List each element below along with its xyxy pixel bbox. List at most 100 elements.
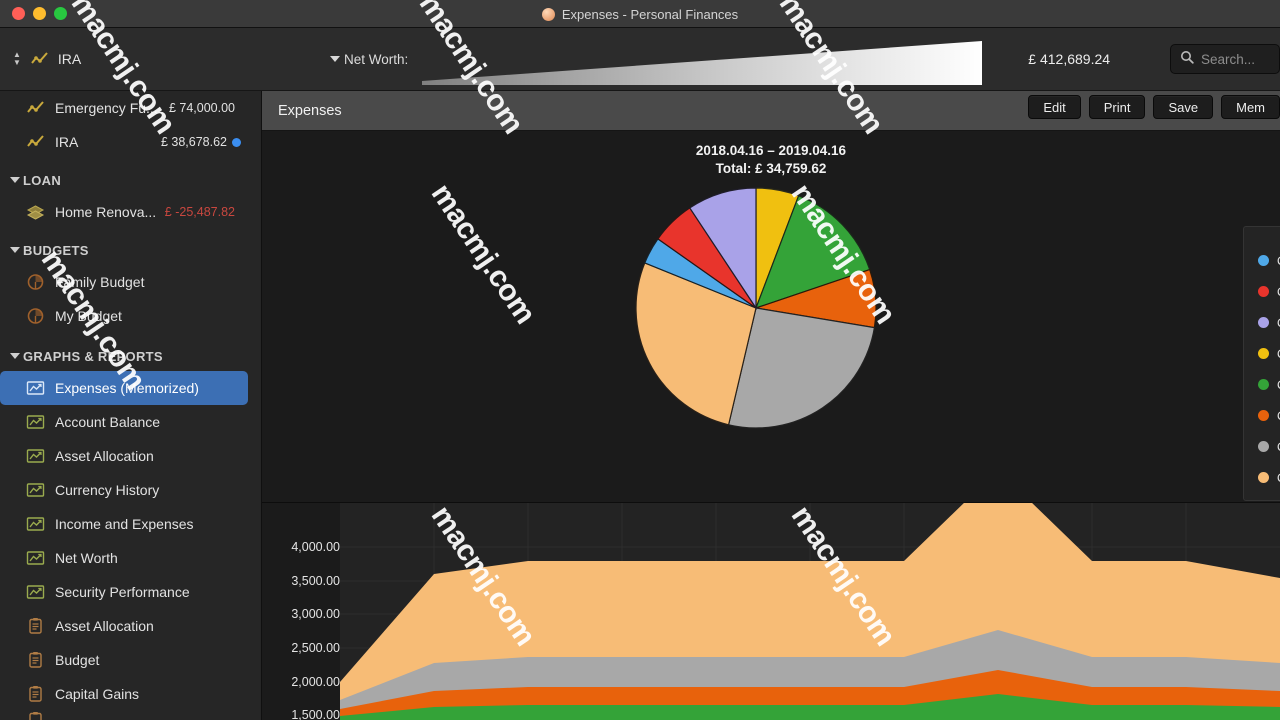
networth-widget[interactable]: Net Worth: £ 412,689.24 — [330, 33, 1110, 85]
y-tick-label: 4,000.00 — [291, 540, 340, 554]
sidebar-section-loan[interactable]: LOAN — [0, 165, 261, 195]
graph-report-icon — [26, 549, 45, 567]
sidebar-item-report-capital-gains[interactable]: Capital Gains — [0, 677, 261, 711]
content-action-buttons: Edit Print Save Mem — [1028, 95, 1280, 119]
window-title: Expenses - Personal Finances — [561, 6, 739, 22]
legend-item[interactable]: Category 5 — [1258, 369, 1280, 400]
search-field[interactable]: Search... — [1170, 44, 1280, 74]
sidebar-status-dot — [232, 137, 241, 147]
sidebar-item-label: Income and Expenses — [55, 516, 194, 532]
close-button[interactable] — [12, 7, 25, 20]
legend-item[interactable]: Category 3 — [1258, 307, 1280, 338]
content-pane: Expenses Edit Print Save Mem 2018.04.16 … — [262, 91, 1280, 720]
line-chart-icon — [26, 99, 45, 117]
save-button[interactable]: Save — [1153, 95, 1214, 119]
sidebar-section-graphs-reports[interactable]: GRAPHS & REPORTS — [0, 341, 261, 371]
legend-item[interactable]: Category 7 — [1258, 431, 1280, 462]
chevron-down-icon[interactable] — [330, 56, 340, 62]
sidebar-item-home-renovation[interactable]: Home Renova... £ -25,487.82 — [0, 195, 261, 229]
sidebar-section-label: LOAN — [23, 172, 62, 188]
disclosure-triangle-icon[interactable] — [10, 247, 20, 253]
document-circle-icon — [541, 7, 555, 21]
sidebar-item-amount: £ -25,487.82 — [164, 205, 235, 219]
legend-item[interactable]: Category 4 — [1258, 338, 1280, 369]
report-date-range: 2018.04.16 – 2019.04.16 — [695, 143, 847, 158]
sidebar-item-label: Expenses (Memorized) — [55, 380, 199, 396]
sidebar-item-asset-allocation-graph[interactable]: Asset Allocation — [0, 439, 261, 473]
sidebar-item-family-budget[interactable]: Family Budget — [0, 265, 261, 299]
graph-report-icon — [26, 413, 45, 431]
zoom-button[interactable] — [54, 7, 67, 20]
report-area: 2018.04.16 – 2019.04.16 Total: £ 34,759.… — [262, 131, 1280, 720]
graph-report-icon — [26, 583, 45, 601]
graph-report-icon — [26, 379, 45, 397]
sidebar-item-amount: £ 38,678.62 — [160, 135, 227, 149]
area-chart-plot — [340, 470, 1280, 720]
expenses-area-chart: 4,000.00 3,500.00 3,000.00 2,500.00 2,00… — [262, 470, 1280, 720]
sidebar-item-account-balance[interactable]: Account Balance — [0, 405, 261, 439]
sidebar-item-label: Family Budget — [55, 274, 145, 290]
sidebar-item-label: IRA — [55, 134, 79, 150]
graph-report-icon — [26, 515, 45, 533]
sidebar-item-emergency-fund[interactable]: Emergency Fu... £ 74,000.00 — [0, 91, 261, 125]
expenses-pie-chart — [262, 167, 1280, 502]
print-button[interactable]: Print — [1088, 95, 1146, 119]
clipboard-icon — [26, 685, 45, 703]
sidebar-item-partial[interactable] — [0, 711, 261, 720]
sidebar-item-label: My Budget — [55, 308, 122, 324]
line-chart-icon — [30, 50, 49, 68]
clipboard-icon — [26, 651, 45, 669]
sidebar-section-budgets[interactable]: BUDGETS — [0, 235, 261, 265]
up-down-stepper-icon[interactable]: ▲ ▼ — [13, 51, 21, 67]
area-chart-y-axis: 4,000.00 3,500.00 3,000.00 2,500.00 2,00… — [262, 503, 340, 720]
sidebar-item-label: Currency History — [55, 482, 160, 498]
edit-button[interactable]: Edit — [1028, 95, 1081, 119]
line-chart-icon — [26, 133, 45, 151]
sidebar-item-income-and-expenses[interactable]: Income and Expenses — [0, 507, 261, 541]
window-title-bar: Expenses - Personal Finances — [0, 0, 1280, 28]
disclosure-triangle-icon[interactable] — [10, 177, 20, 183]
legend-color-swatch — [1258, 348, 1269, 359]
sidebar-item-net-worth[interactable]: Net Worth — [0, 541, 261, 575]
sidebar-item-security-performance[interactable]: Security Performance — [0, 575, 261, 609]
sidebar-item-report-budget[interactable]: Budget — [0, 643, 261, 677]
sidebar-item-label: Capital Gains — [55, 686, 140, 702]
minimize-button[interactable] — [33, 7, 46, 20]
sidebar-item-my-budget[interactable]: My Budget — [0, 299, 261, 333]
legend-item[interactable]: Category 8 — [1258, 462, 1280, 493]
budget-pie-icon — [26, 307, 45, 325]
sidebar-item-amount: £ 74,000.00 — [168, 101, 235, 115]
sidebar-item-currency-history[interactable]: Currency History — [0, 473, 261, 507]
sidebar-item-label: Asset Allocation — [55, 618, 154, 634]
memorize-button[interactable]: Mem — [1221, 95, 1280, 119]
legend-item[interactable]: Category 1 — [1258, 245, 1280, 276]
graph-report-icon — [26, 447, 45, 465]
sidebar-item-report-asset-allocation[interactable]: Asset Allocation — [0, 609, 261, 643]
legend-item[interactable]: Category 6 — [1258, 400, 1280, 431]
networth-sparkline — [422, 33, 983, 85]
content-header: Expenses Edit Print Save Mem — [262, 91, 1280, 131]
sidebar-item-label: Asset Allocation — [55, 448, 154, 464]
networth-label: Net Worth: — [344, 51, 409, 67]
sidebar-section-label: GRAPHS & REPORTS — [23, 348, 163, 364]
sidebar-item-label: Net Worth — [55, 550, 118, 566]
clipboard-icon — [26, 711, 45, 720]
sidebar-item-expenses-memorized[interactable]: Expenses (Memorized) — [0, 371, 248, 405]
traffic-light-group — [0, 7, 67, 20]
sidebar-item-label: Emergency Fu... — [55, 100, 158, 116]
sidebar-item-label: Security Performance — [55, 584, 190, 600]
toolbar-account-selector[interactable]: ▲ ▼ IRA — [0, 50, 262, 68]
y-tick-label: 2,000.00 — [291, 675, 340, 689]
search-icon — [1180, 50, 1194, 69]
sidebar-item-ira[interactable]: IRA £ 38,678.62 — [0, 125, 261, 159]
search-placeholder: Search... — [1201, 51, 1256, 67]
legend-color-swatch — [1258, 317, 1269, 328]
pie-chart-legend: Category 1 Category 2 Category 3 Categor… — [1243, 226, 1280, 501]
sidebar: Emergency Fu... £ 74,000.00 IRA £ 38,678… — [0, 91, 262, 720]
networth-label-group[interactable]: Net Worth: — [330, 52, 408, 67]
disclosure-triangle-icon[interactable] — [10, 353, 20, 359]
legend-color-swatch — [1258, 472, 1269, 483]
legend-color-swatch — [1258, 286, 1269, 297]
legend-item[interactable]: Category 2 — [1258, 276, 1280, 307]
networth-amount: £ 412,689.24 — [1028, 51, 1111, 67]
